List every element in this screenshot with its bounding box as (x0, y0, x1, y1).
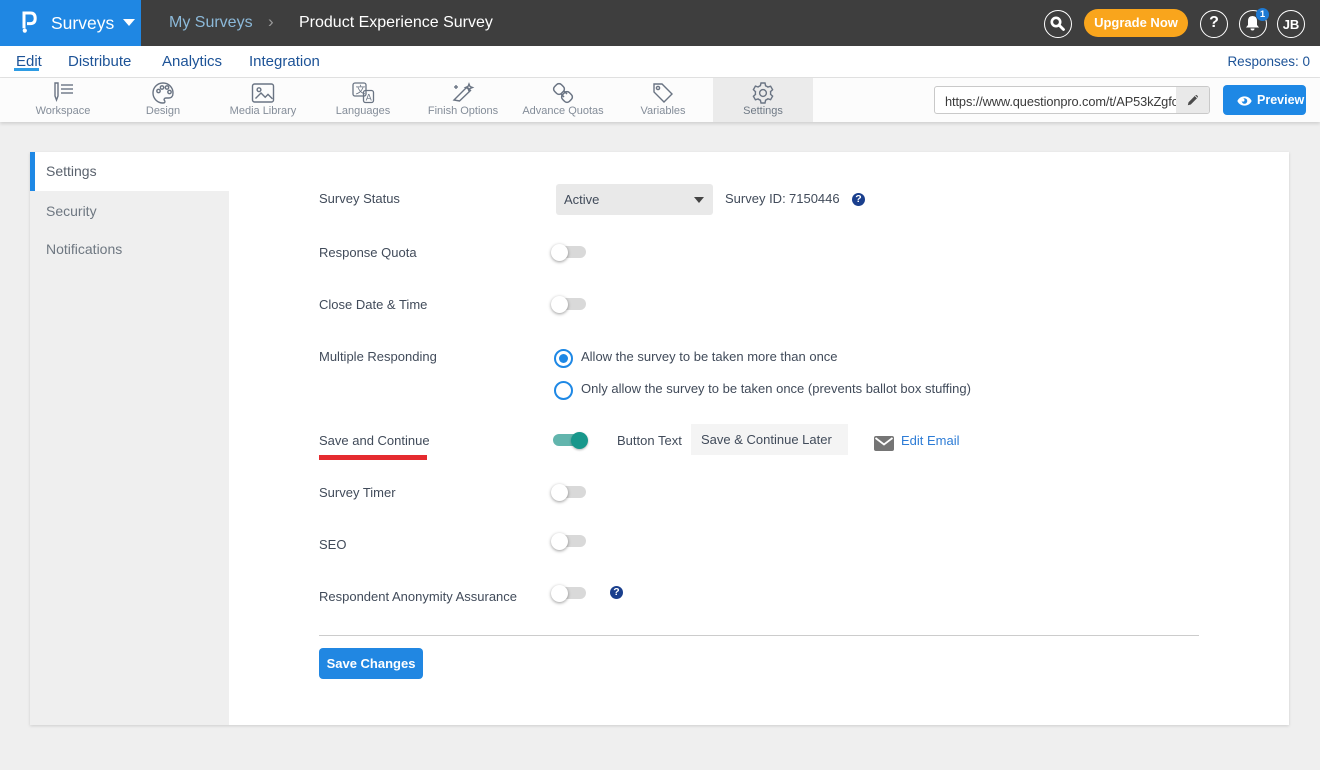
svg-text:A: A (366, 92, 372, 102)
svg-text:文: 文 (356, 84, 366, 97)
